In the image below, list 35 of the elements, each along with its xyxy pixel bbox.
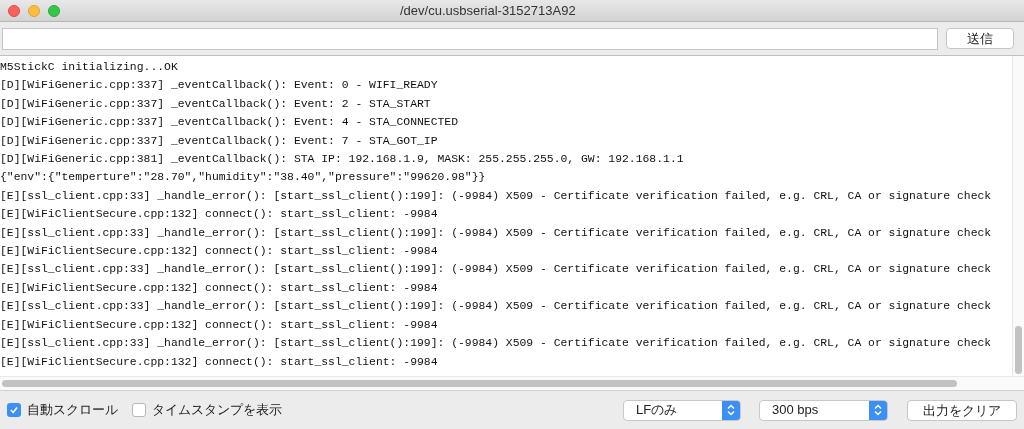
log-line: [E][ssl_client.cpp:33] _handle_error(): [start_ssl_client():199]: (-9984) X509 - Certificate verification failed, e.g. CRL, CA or signature check	[0, 299, 993, 315]
checkbox-label: 自動スクロール	[27, 401, 118, 420]
clear-button[interactable]: 出力をクリア	[907, 399, 1017, 421]
chevron-icon	[874, 404, 882, 416]
checkbox-label: タイムスタンプを表示	[152, 401, 282, 420]
log-line: [E][WiFiClientSecure.cpp:132] connect(): start_ssl_client: -9984	[0, 317, 439, 333]
line-ending-select[interactable]: LFのみ	[623, 399, 741, 421]
log-line: [D][WiFiGeneric.cpp:337] _eventCallback(): Event: 2 - STA_START	[0, 96, 432, 112]
log-line: [D][WiFiGeneric.cpp:337] _eventCallback(): Event: 4 - STA_CONNECTED	[0, 115, 459, 131]
log-line: [D][WiFiGeneric.cpp:381] _eventCallback(): STA IP: 192.168.1.9, MASK: 255.255.255.0, GW: 192.168.1.1	[0, 152, 685, 168]
log-line: [D][WiFiGeneric.cpp:337] _eventCallback(): Event: 7 - STA_GOT_IP	[0, 133, 439, 149]
log-line: [E][ssl_client.cpp:33] _handle_error(): [start_ssl_client():199]: (-9984) X509 - Certificate verification failed, e.g. CRL, CA or signature check	[0, 336, 993, 352]
log-line: [E][ssl_client.cpp:33] _handle_error(): [start_ssl_client():199]: (-9984) X509 - Certificate verification failed, e.g. CRL, CA or signature check	[0, 225, 993, 241]
checkbox[interactable]	[7, 403, 21, 417]
vertical-scrollbar[interactable]	[1012, 56, 1024, 376]
log-line: {"env":{"temperture":"28.70","humidity":"38.40","pressure":"99620.98"}}	[0, 170, 487, 186]
log-line: [E][ssl_client.cpp:33] _handle_error(): [start_ssl_client():199]: (-9984) X509 - Certificate verification failed, e.g. CRL, CA or signature check	[0, 262, 993, 278]
chevron-icon	[727, 404, 735, 416]
checkmark-icon	[9, 405, 19, 415]
log-line: [E][WiFiClientSecure.cpp:132] connect(): start_ssl_client: -9984	[0, 354, 439, 370]
log-line: [E][WiFiClientSecure.cpp:132] connect(): start_ssl_client: -9984	[0, 244, 439, 260]
zoom-button[interactable]	[48, 4, 60, 17]
horizontal-scrollbar[interactable]	[0, 376, 1024, 390]
log-line: [E][WiFiClientSecure.cpp:132] connect(): start_ssl_client: -9984	[0, 280, 439, 296]
window-title: /dev/cu.usbserial-3152713A92	[400, 1, 576, 20]
send-button[interactable]: 送信	[946, 28, 1014, 49]
close-button[interactable]	[8, 4, 20, 17]
log-line: [E][WiFiClientSecure.cpp:132] connect(): start_ssl_client: -9984	[0, 207, 439, 223]
baud-rate-select[interactable]: 300 bps	[759, 399, 888, 421]
send-field[interactable]	[2, 27, 939, 50]
log-line: [E][ssl_client.cpp:33] _handle_error(): [start_ssl_client():199]: (-9984) X509 - Certificate verification failed, e.g. CRL, CA or signature check	[0, 188, 993, 204]
checkbox[interactable]	[132, 403, 146, 417]
log-line: [D][WiFiGeneric.cpp:337] _eventCallback(): Event: 0 - WIFI_READY	[0, 78, 439, 94]
log-line: M5StickC initializing...OK	[0, 60, 179, 75]
minimize-button[interactable]	[28, 4, 40, 17]
